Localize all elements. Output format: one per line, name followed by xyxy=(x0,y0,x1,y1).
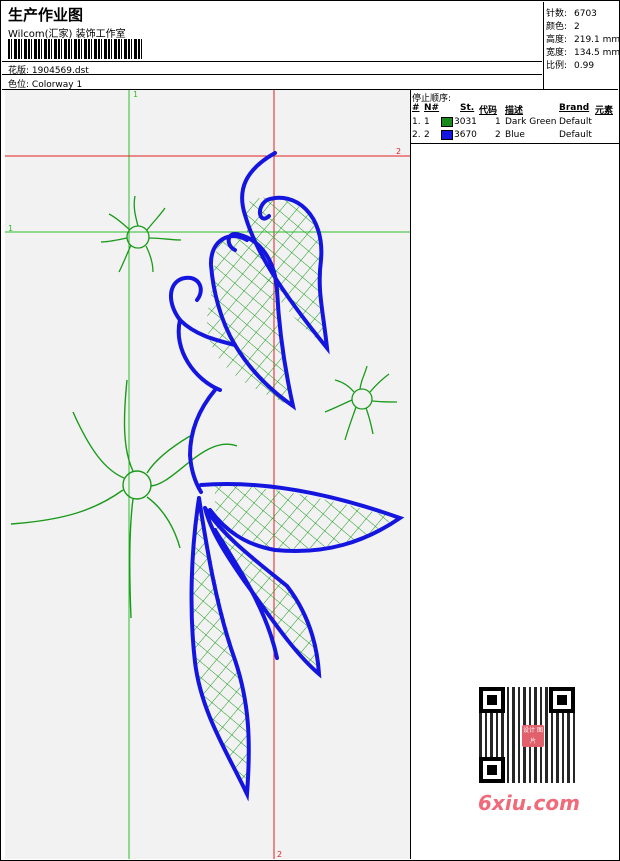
header-divider xyxy=(2,61,542,62)
qr-code: 设计 图片 xyxy=(479,687,575,783)
small-sun-right xyxy=(324,365,398,441)
guide-label-h2: 2 xyxy=(396,147,401,156)
col-header-brand: Brand xyxy=(559,103,590,113)
col-header-stitches: St. xyxy=(460,103,475,113)
col-header-code: 代码 xyxy=(479,106,498,116)
guide-label-v2: 2 xyxy=(277,850,282,859)
page-title: 生产作业图 xyxy=(8,6,84,24)
guide-label-h1: 1 xyxy=(8,224,13,233)
seal-stamp: 设计 图片 xyxy=(522,725,544,747)
color-swatch xyxy=(441,130,453,140)
color-swatch xyxy=(441,117,453,127)
col-header-desc: 描述 xyxy=(505,106,524,116)
embroidery-preview: 1 2 1 2 xyxy=(5,90,410,859)
stats-panel: 针数: 6703 颜色: 2 高度: 219.1 mm 宽度: 134.5 mm 比例:… xyxy=(543,2,620,89)
studio-name: Wilcom(汇家) 装饰工作室 xyxy=(8,29,126,40)
col-header-n: N# xyxy=(424,103,440,113)
leaf-fills xyxy=(192,197,395,795)
barcode xyxy=(8,39,142,59)
design-canvas: 1 2 1 2 xyxy=(5,90,411,859)
header-panel: 生产作业图 Wilcom(汇家) 装饰工作室 花版: 1904569.dst 色… xyxy=(2,2,620,90)
col-header-element: 元素 xyxy=(595,106,614,116)
stat-scale: 比例: 0.99 xyxy=(546,61,595,71)
production-worksheet: 生产作业图 Wilcom(汇家) 装饰工作室 花版: 1904569.dst 色… xyxy=(0,0,620,861)
watermark-text: 6xiu.com xyxy=(478,791,580,815)
colorway-label: 色位: xyxy=(8,80,30,90)
stat-height: 高度: 219.1 mm xyxy=(546,35,620,45)
colorway-row: 色位: Colorway 1 xyxy=(8,77,82,90)
stop-sequence-panel: 停止顺序: # N# St. 代码 描述 Brand 元素 1. 1 3031 … xyxy=(411,90,619,144)
col-header-num: # xyxy=(412,103,420,113)
header-divider xyxy=(2,74,542,75)
stat-width: 宽度: 134.5 mm xyxy=(546,48,620,58)
stat-stitches: 针数: 6703 xyxy=(546,9,597,19)
colorway-value: Colorway 1 xyxy=(31,80,83,90)
small-sun-top xyxy=(100,195,182,273)
guide-label-v1: 1 xyxy=(133,90,138,99)
stat-colors: 颜色: 2 xyxy=(546,22,580,32)
watermark: 设计 图片 6xiu.com xyxy=(471,682,586,816)
